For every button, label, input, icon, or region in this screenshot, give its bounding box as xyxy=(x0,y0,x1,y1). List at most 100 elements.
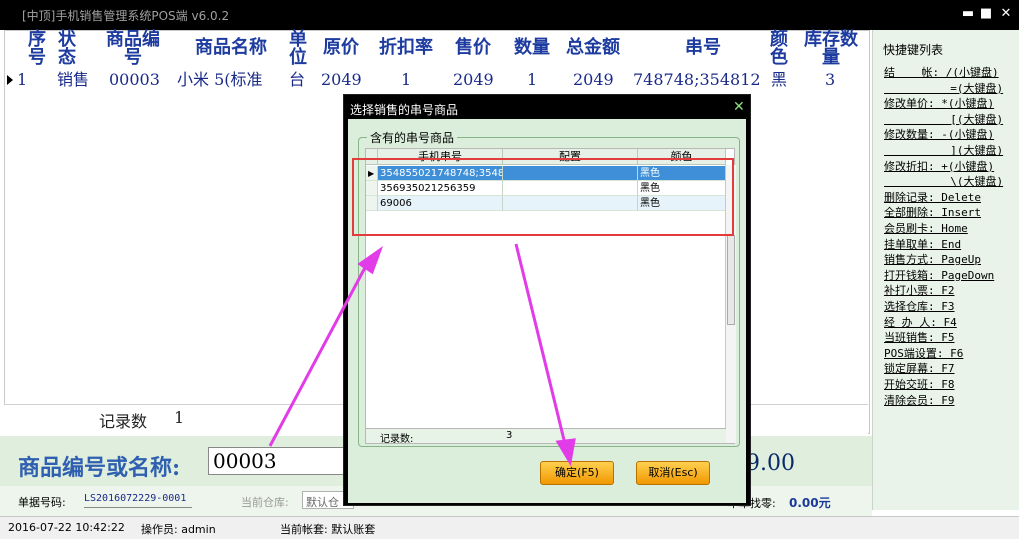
serial-table[interactable]: 手机串号 配置 颜色 ▶ 354855021748748;3548 黑色 356935… xyxy=(365,148,736,445)
shortcut-item: 全部删除: Insert xyxy=(884,206,981,220)
cell-serial: 354855021748748;3548 xyxy=(378,166,503,181)
bill-number-label: 单据号码: xyxy=(18,496,66,509)
serial-row[interactable]: 356935021256359 黑色 xyxy=(366,181,726,196)
shortcut-item: 打开钱箱: PageDown xyxy=(884,268,995,282)
window-title: [中顶]手机销售管理系统POS端 v6.0.2 xyxy=(22,9,230,23)
dialog-table-footer: 记录数: 3 xyxy=(366,428,726,445)
maximize-button[interactable]: ■ xyxy=(976,4,996,24)
serial-group-box: 含有的串号商品 手机串号 配置 颜色 ▶ 354855021748748;3548… xyxy=(358,129,740,447)
cell-color: 黑色 xyxy=(638,181,726,196)
shortcut-item: 会员刷卡: Home xyxy=(884,222,968,235)
header-discount[interactable]: 折扣率 xyxy=(375,39,437,57)
vertical-scrollbar[interactable] xyxy=(725,165,736,443)
shortcut-item: POS端设置: F6 xyxy=(884,346,964,360)
serial-select-dialog: 选择销售的串号商品 ✕ 含有的串号商品 手机串号 配置 颜色 ▶ 35485502… xyxy=(343,94,751,506)
header-price[interactable]: 原价 xyxy=(319,39,363,57)
shortcut-item: 补打小票: F2 xyxy=(884,284,955,298)
ok-button[interactable]: 确定(F5) xyxy=(540,461,614,485)
cell-total: 2049 xyxy=(573,70,614,89)
scroll-thumb[interactable] xyxy=(727,235,735,325)
header-status[interactable]: 状态 xyxy=(55,31,79,67)
product-input-label: 商品编号或名称: xyxy=(18,455,181,481)
row-indicator xyxy=(366,181,378,196)
shortcut-item: [(大键盘) xyxy=(884,112,1004,126)
cell-name: 小米 5(标准 xyxy=(177,70,263,89)
col-config[interactable]: 配置 xyxy=(503,149,638,165)
col-color[interactable]: 颜色 xyxy=(638,149,726,165)
row-indicator xyxy=(366,196,378,211)
cell-seq: 1 xyxy=(17,70,28,89)
close-button[interactable]: ✕ xyxy=(996,4,1016,24)
shortcut-panel: 快捷键列表 结 帐: /(小键盘) =(大键盘) 修改单价: *(小键盘) [(大… xyxy=(872,30,1019,510)
cell-code: 00003 xyxy=(109,70,160,89)
cell-color: 黑色 xyxy=(638,196,726,211)
record-count-label: 记录数 xyxy=(99,412,148,431)
header-serial[interactable]: 串号 xyxy=(681,39,725,57)
shortcut-item: 开始交班: F8 xyxy=(884,378,955,391)
cancel-button[interactable]: 取消(Esc) xyxy=(636,461,710,485)
shortcut-item: =(大键盘) xyxy=(884,81,1004,95)
shortcut-item: 修改折扣: +(小键盘) xyxy=(884,159,995,173)
shortcut-item: 清除会员: F9 xyxy=(884,393,955,407)
dialog-record-label: 记录数: xyxy=(380,434,414,445)
col-serial[interactable]: 手机串号 xyxy=(378,149,503,165)
dialog-record-value: 3 xyxy=(506,430,513,441)
cell-stock: 3 xyxy=(825,70,836,89)
cell-discount: 1 xyxy=(401,70,412,89)
header-stock[interactable]: 库存数量 xyxy=(801,31,861,67)
shortcut-item: 挂单取单: End xyxy=(884,237,962,251)
status-operator: 操作员: admin xyxy=(141,523,216,536)
serial-row[interactable]: ▶ 354855021748748;3548 黑色 xyxy=(366,166,726,181)
record-count-value: 1 xyxy=(174,408,185,427)
minimize-button[interactable]: ▬ xyxy=(958,4,978,24)
cell-price: 2049 xyxy=(321,70,362,89)
dialog-body: 含有的串号商品 手机串号 配置 颜色 ▶ 354855021748748;3548… xyxy=(348,119,746,503)
dialog-title: 选择销售的串号商品 xyxy=(350,103,459,117)
cell-sale-price: 2049 xyxy=(453,70,494,89)
group-title: 含有的串号商品 xyxy=(367,129,458,146)
product-code-input[interactable] xyxy=(208,447,348,475)
cell-config xyxy=(503,166,638,181)
cell-qty: 1 xyxy=(527,70,538,89)
header-qty[interactable]: 数量 xyxy=(510,39,554,57)
shortcut-title: 快捷键列表 xyxy=(883,43,944,57)
cell-color: 黑色 xyxy=(638,166,726,181)
row-pointer-icon: ▶ xyxy=(366,166,378,181)
cell-color: 黑 xyxy=(771,70,788,89)
cell-serial: 356935021256359 xyxy=(378,181,503,196)
shortcut-item: 当班销售: F5 xyxy=(884,331,955,345)
bill-number-value: LS2016072229-0001 xyxy=(84,492,192,508)
shortcut-item: 经 办 人: F4 xyxy=(884,315,957,329)
grid-header: 序号 状态 商品编号 商品名称 单位 原价 折扣率 售价 数量 总金额 串号 颜… xyxy=(5,31,869,67)
shortcut-item: 锁定屏幕: F7 xyxy=(884,362,955,376)
cell-serial: 748748;354812 xyxy=(633,70,761,89)
cell-serial: 69006 xyxy=(378,196,503,211)
status-datetime: 2016-07-22 10:42:22 xyxy=(8,521,125,534)
shortcut-item: 修改单价: *(小键盘) xyxy=(884,97,995,111)
shortcut-item: 选择仓库: F3 xyxy=(884,300,955,313)
header-total[interactable]: 总金额 xyxy=(562,39,624,57)
row-indicator-header xyxy=(366,149,378,165)
status-account: 当前帐套: 默认账套 xyxy=(280,523,376,536)
serial-row[interactable]: 69006 黑色 xyxy=(366,196,726,211)
shortcut-item: 修改数量: -(小键盘) xyxy=(884,128,995,142)
header-name[interactable]: 商品名称 xyxy=(185,39,277,57)
row-selector-icon xyxy=(7,75,13,85)
dialog-close-icon[interactable]: ✕ xyxy=(733,99,745,115)
header-sale-price[interactable]: 售价 xyxy=(451,39,495,57)
status-bar: 2016-07-22 10:42:22 操作员: admin 当前帐套: 默认账… xyxy=(0,516,1019,539)
change-value: 0.00元 xyxy=(789,496,831,510)
header-code[interactable]: 商品编号 xyxy=(101,31,165,67)
header-seq[interactable]: 序号 xyxy=(25,31,49,67)
header-color[interactable]: 颜色 xyxy=(768,31,790,67)
shortcut-item: \(大键盘) xyxy=(884,175,1004,189)
cell-unit: 台 xyxy=(289,70,306,89)
cell-status: 销售 xyxy=(57,70,90,89)
cell-config xyxy=(503,196,638,211)
shortcut-item: 销售方式: PageUp xyxy=(884,253,981,267)
header-unit[interactable]: 单位 xyxy=(287,31,309,67)
total-amount: 9.00 xyxy=(746,451,795,476)
warehouse-label: 当前仓库: xyxy=(241,496,289,509)
cell-config xyxy=(503,181,638,196)
shortcut-item: ](大键盘) xyxy=(884,144,1004,157)
